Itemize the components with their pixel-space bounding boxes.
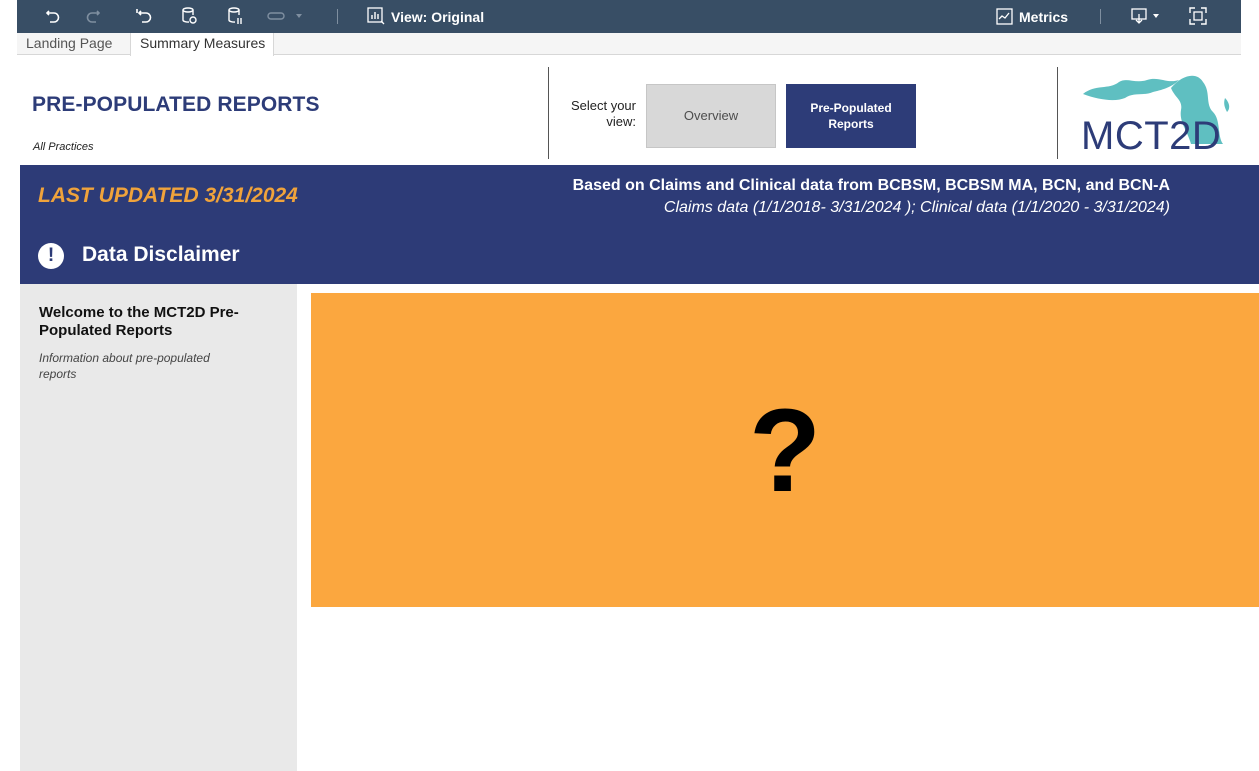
tab-summary-measures[interactable]: Summary Measures: [130, 33, 275, 56]
metrics-label[interactable]: Metrics: [1019, 9, 1068, 25]
undo-icon[interactable]: [43, 5, 63, 27]
overview-button-label: Overview: [683, 108, 739, 123]
data-date-ranges: Claims data (1/1/2018- 3/31/2024 ); Clin…: [663, 199, 1170, 216]
view-original-label[interactable]: View: Original: [391, 9, 484, 25]
last-updated-label: LAST UPDATED 3/31/2024: [38, 184, 298, 207]
toolbar-separator: [1100, 9, 1101, 24]
header-divider: [1057, 67, 1058, 159]
dashboard-toolbar: View: Original Metrics: [17, 0, 1241, 33]
info-text: Information about pre-populated reports: [39, 351, 210, 381]
select-view-label: Select your view:: [570, 98, 636, 129]
refresh-data-icon[interactable]: [179, 5, 199, 27]
pause-updates-icon[interactable]: [225, 5, 245, 27]
question-mark-icon: ?: [748, 385, 822, 517]
report-placeholder: ?: [311, 293, 1259, 607]
pre-populated-reports-button-label: Pre-Populated Reports: [810, 101, 892, 131]
sheet-tabs: Landing Page Summary Measures: [17, 33, 1241, 56]
logo-text: MCT2D: [1081, 114, 1222, 158]
pre-populated-reports-button[interactable]: Pre-Populated Reports: [786, 84, 916, 148]
view-icon[interactable]: [367, 5, 385, 27]
page-title: PRE-POPULATED REPORTS: [32, 93, 320, 116]
practice-filter-label: All Practices: [33, 141, 94, 153]
tab-landing-page[interactable]: Landing Page: [17, 33, 120, 55]
metrics-icon[interactable]: [995, 5, 1013, 27]
share-icon[interactable]: [265, 5, 305, 27]
data-disclaimer-link[interactable]: Data Disclaimer: [82, 243, 240, 267]
redo-icon[interactable]: [83, 5, 103, 27]
revert-icon[interactable]: [133, 5, 155, 27]
welcome-heading: Welcome to the MCT2D Pre-Populated Repor…: [39, 304, 239, 339]
fullscreen-icon[interactable]: [1187, 5, 1209, 27]
exclamation-icon[interactable]: !: [38, 243, 64, 269]
toolbar-separator: [337, 9, 338, 24]
download-icon[interactable]: [1129, 5, 1165, 27]
data-source-label: Based on Claims and Clinical data from B…: [572, 177, 1170, 194]
header-divider: [548, 67, 549, 159]
overview-button[interactable]: Overview: [646, 84, 776, 148]
exclamation-glyph: !: [47, 245, 55, 266]
